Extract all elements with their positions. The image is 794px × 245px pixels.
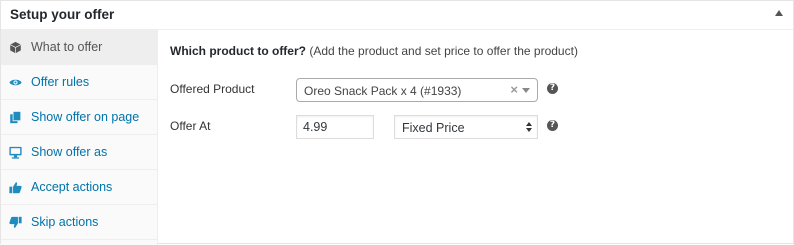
tab-label: Skip actions: [31, 215, 99, 229]
collapse-toggle-icon[interactable]: [775, 10, 783, 16]
price-type-value: Fixed Price: [402, 121, 465, 135]
clear-selection-icon[interactable]: ×: [510, 82, 518, 97]
offer-at-label: Offer At: [170, 119, 211, 133]
offered-product-label: Offered Product: [170, 82, 255, 96]
tab-label: Offer rules: [31, 75, 90, 89]
tab-label: Show offer as: [31, 145, 108, 159]
panel-title: Setup your offer: [10, 7, 115, 22]
eye-icon: [9, 76, 22, 89]
offer-settings-content: Which product to offer? (Add the product…: [158, 30, 793, 245]
offer-tabs-sidebar: What to offer Offer rules Show offer on …: [1, 30, 158, 245]
help-icon[interactable]: ?: [547, 120, 558, 131]
offer-setup-panel: Setup your offer What to offer Offer rul…: [0, 0, 794, 245]
offer-price-input[interactable]: [296, 115, 374, 139]
offered-product-select[interactable]: Oreo Snack Pack x 4 (#1933) ×: [296, 78, 538, 102]
tab-label: Accept actions: [31, 180, 113, 194]
tab-label: What to offer: [31, 40, 103, 54]
cube-icon: [9, 41, 22, 54]
page-copy-icon: [9, 111, 22, 124]
thumbs-down-icon: [9, 216, 22, 229]
panel-header: Setup your offer: [1, 1, 793, 30]
tab-label: Show offer on page: [31, 110, 140, 124]
select-down-arrow-icon: [526, 128, 532, 132]
tab-offer-rules[interactable]: Offer rules: [1, 65, 157, 100]
tab-skip-actions[interactable]: Skip actions: [1, 205, 157, 240]
select-up-arrow-icon: [526, 122, 532, 126]
section-heading: Which product to offer? (Add the product…: [170, 44, 578, 58]
price-type-select[interactable]: Fixed Price: [394, 115, 538, 139]
section-heading-title: Which product to offer?: [170, 44, 306, 58]
section-heading-note: (Add the product and set price to offer …: [309, 44, 578, 58]
tab-show-offer-as[interactable]: Show offer as: [1, 135, 157, 170]
thumbs-up-icon: [9, 181, 22, 194]
desktop-icon: [9, 146, 22, 159]
tab-show-offer-on-page[interactable]: Show offer on page: [1, 100, 157, 135]
tab-accept-actions[interactable]: Accept actions: [1, 170, 157, 205]
offered-product-value: Oreo Snack Pack x 4 (#1933): [304, 84, 462, 98]
help-icon[interactable]: ?: [547, 83, 558, 94]
chevron-down-icon: [522, 88, 530, 93]
tab-what-to-offer[interactable]: What to offer: [1, 30, 157, 65]
